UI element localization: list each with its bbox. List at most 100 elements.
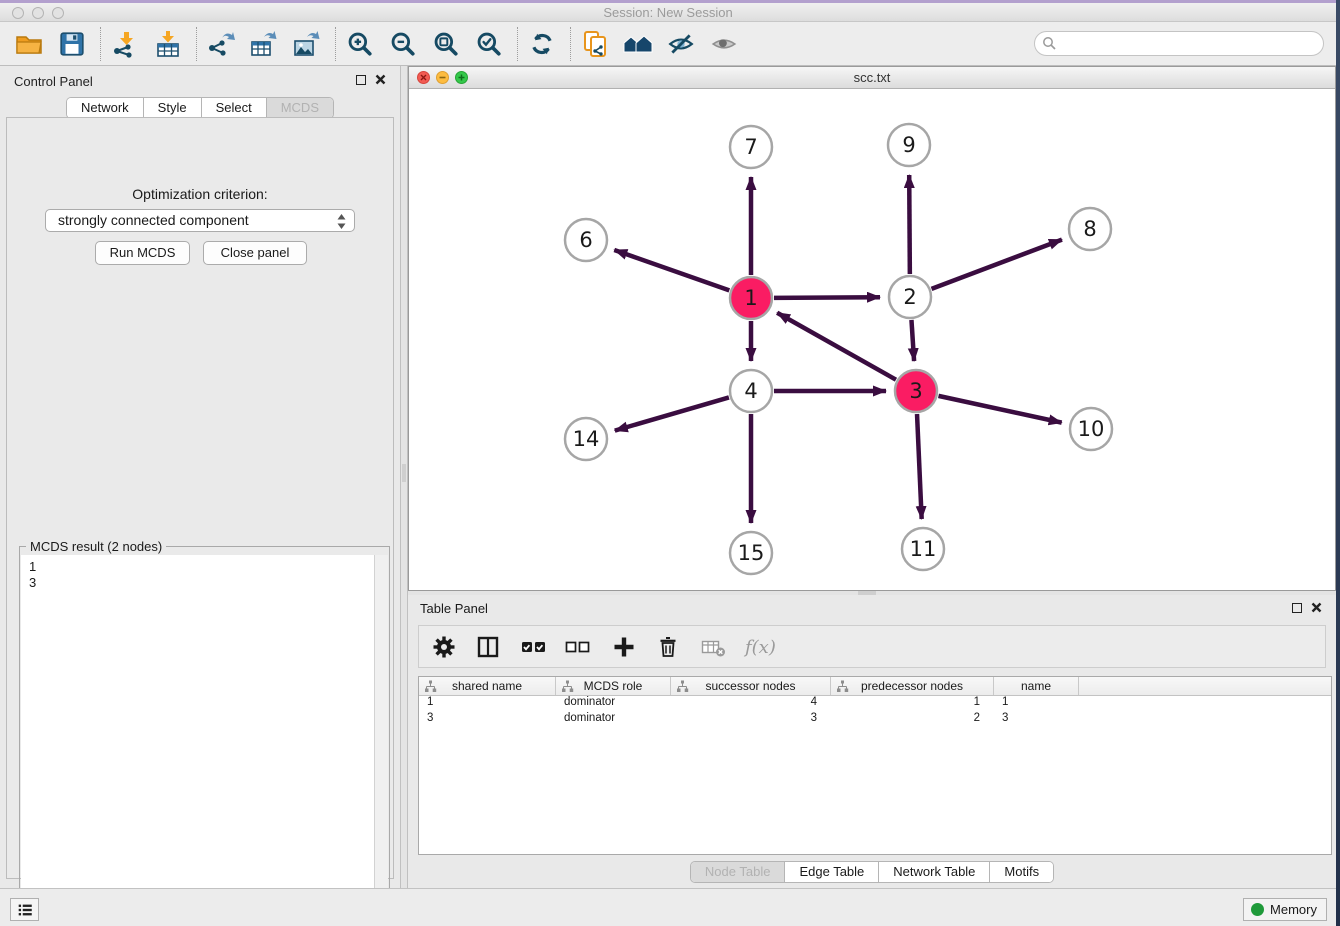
graph-node-7[interactable]: 7: [730, 126, 772, 168]
edge-1-2[interactable]: [774, 297, 880, 298]
zoom-out-icon[interactable]: [386, 27, 420, 61]
tab-select[interactable]: Select: [201, 98, 266, 118]
zoom-in-icon[interactable]: [343, 27, 377, 61]
tab-style[interactable]: Style: [143, 98, 201, 118]
table-cell[interactable]: 1: [419, 696, 556, 712]
column-header-MCDS-role[interactable]: MCDS role: [556, 677, 671, 695]
svg-text:f(x): f(x): [743, 637, 776, 658]
columns-icon[interactable]: [473, 632, 503, 662]
edge-1-6[interactable]: [614, 250, 729, 290]
zoom-selected-icon[interactable]: [472, 27, 506, 61]
vertical-splitter[interactable]: [400, 66, 408, 888]
edge-3-1[interactable]: [777, 313, 896, 380]
network-window-title: scc.txt: [409, 67, 1335, 88]
hide-panel-eye-slash-icon[interactable]: [664, 27, 698, 61]
tab-mcds[interactable]: MCDS: [266, 98, 333, 118]
attribute-type-icon: [561, 680, 574, 693]
select-all-icon[interactable]: [519, 632, 549, 662]
graph-node-10[interactable]: 10: [1070, 408, 1112, 450]
memory-status-icon: [1251, 903, 1264, 916]
result-scrollbar[interactable]: [374, 555, 388, 923]
graph-node-6[interactable]: 6: [565, 219, 607, 261]
main-toolbar: [0, 22, 1336, 66]
column-header-name[interactable]: name: [994, 677, 1079, 695]
zoom-fit-icon[interactable]: [429, 27, 463, 61]
table-row[interactable]: 3dominator323: [419, 712, 1331, 728]
table-cell[interactable]: 3: [671, 712, 831, 728]
table-row[interactable]: 1dominator411: [419, 696, 1331, 712]
attribute-type-icon: [424, 680, 437, 693]
table-cell[interactable]: dominator: [556, 712, 671, 728]
run-mcds-button[interactable]: Run MCDS: [95, 241, 190, 265]
export-network-icon[interactable]: [204, 27, 238, 61]
toolbar-separator: [335, 27, 336, 61]
table-cell[interactable]: dominator: [556, 696, 671, 712]
graph-node-9[interactable]: 9: [888, 124, 930, 166]
desktop-wallpaper-top: [0, 0, 1340, 3]
table-cell[interactable]: 2: [831, 712, 994, 728]
edge-2-3[interactable]: [911, 320, 914, 361]
network-window-titlebar[interactable]: scc.txt: [409, 67, 1335, 89]
graph-node-4[interactable]: 4: [730, 370, 772, 412]
export-table-icon[interactable]: [247, 27, 281, 61]
close-panel-icon[interactable]: [1311, 602, 1322, 613]
edge-2-9[interactable]: [909, 175, 910, 274]
tab-node-table[interactable]: Node Table: [691, 862, 785, 882]
graph-node-3[interactable]: 3: [895, 370, 937, 412]
edge-3-10[interactable]: [938, 396, 1061, 423]
float-panel-icon[interactable]: [356, 75, 366, 85]
column-header-shared-name[interactable]: shared name: [419, 677, 556, 695]
function-builder-icon[interactable]: f(x): [743, 632, 783, 662]
table-cell[interactable]: 1: [831, 696, 994, 712]
graph-node-11[interactable]: 11: [902, 528, 944, 570]
edge-3-11[interactable]: [917, 414, 922, 519]
network-canvas[interactable]: 7 9 6 8 1 2 4 3 14 10 15 11: [409, 89, 1335, 590]
graph-node-8[interactable]: 8: [1069, 208, 1111, 250]
svg-text:15: 15: [738, 541, 765, 565]
import-table-icon[interactable]: [151, 27, 185, 61]
tab-motifs[interactable]: Motifs: [989, 862, 1053, 882]
column-header-predecessor-nodes[interactable]: predecessor nodes: [831, 677, 994, 695]
float-panel-icon[interactable]: [1292, 603, 1302, 613]
optimization-criterion-dropdown[interactable]: strongly connected component: [45, 209, 355, 232]
delete-trash-icon[interactable]: [653, 632, 683, 662]
memory-button[interactable]: Memory: [1243, 898, 1327, 921]
import-network-icon[interactable]: [108, 27, 142, 61]
add-column-icon[interactable]: [609, 632, 639, 662]
edge-2-8[interactable]: [932, 240, 1062, 289]
destroy-table-icon[interactable]: [699, 632, 729, 662]
mcds-result-area[interactable]: 1 3: [21, 555, 388, 923]
optimization-criterion-label: Optimization criterion:: [7, 186, 393, 202]
apply-layout-icon[interactable]: [525, 27, 559, 61]
show-eye-icon[interactable]: [707, 27, 741, 61]
restore-panels-button[interactable]: [10, 898, 39, 921]
edge-4-14[interactable]: [615, 397, 729, 430]
column-header-successor-nodes[interactable]: successor nodes: [671, 677, 831, 695]
export-image-icon[interactable]: [290, 27, 324, 61]
table-cell[interactable]: 1: [994, 696, 1079, 712]
svg-text:11: 11: [910, 537, 937, 561]
splitter-grip[interactable]: [402, 464, 406, 482]
table-cell[interactable]: 3: [419, 712, 556, 728]
home-icon[interactable]: [621, 27, 655, 61]
tab-edge-table[interactable]: Edge Table: [784, 862, 878, 882]
column-label: name: [1021, 679, 1051, 693]
clone-network-icon[interactable]: [578, 27, 612, 61]
table-cell[interactable]: 3: [994, 712, 1079, 728]
tab-network-table[interactable]: Network Table: [878, 862, 989, 882]
open-file-icon[interactable]: [12, 27, 46, 61]
graph-node-14[interactable]: 14: [565, 418, 607, 460]
close-panel-icon[interactable]: [375, 74, 386, 85]
deselect-all-icon[interactable]: [563, 632, 593, 662]
mcds-panel: Optimization criterion: strongly connect…: [6, 117, 394, 879]
graph-node-1[interactable]: 1: [730, 277, 772, 319]
graph-node-2[interactable]: 2: [889, 276, 931, 318]
table-cell[interactable]: 4: [671, 696, 831, 712]
save-session-icon[interactable]: [55, 27, 89, 61]
svg-text:7: 7: [744, 135, 757, 159]
tab-network[interactable]: Network: [67, 98, 143, 118]
graph-node-15[interactable]: 15: [730, 532, 772, 574]
search-input[interactable]: [1034, 31, 1324, 56]
settings-gear-icon[interactable]: [429, 632, 459, 662]
close-panel-button[interactable]: Close panel: [203, 241, 307, 265]
